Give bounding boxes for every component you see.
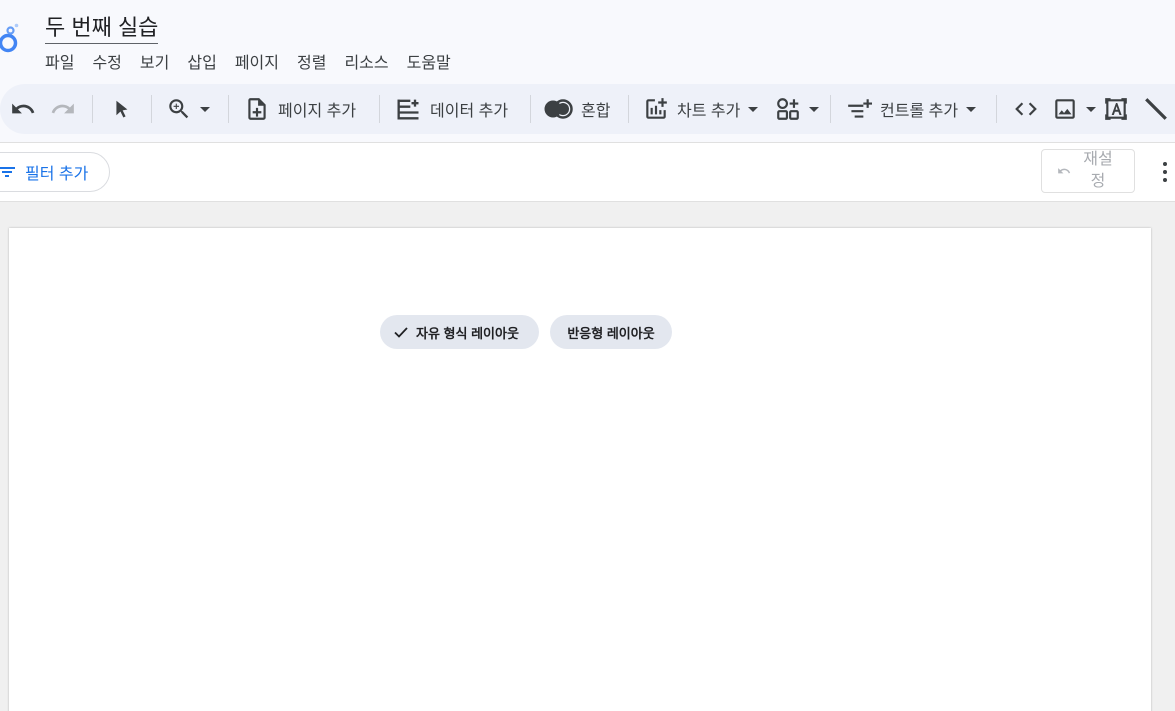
menu-help[interactable]: 도움말 bbox=[407, 49, 451, 73]
responsive-layout-label: 반응형 레이아웃 bbox=[567, 325, 655, 341]
code-icon bbox=[1015, 102, 1037, 116]
zoom-button[interactable] bbox=[166, 84, 210, 134]
add-data-label: 데이터 추가 bbox=[430, 103, 509, 120]
reset-label: 재설정 bbox=[1083, 151, 1113, 190]
image-button[interactable] bbox=[1052, 84, 1096, 134]
shapes-add-icon bbox=[777, 98, 799, 120]
community-viz-button[interactable] bbox=[775, 84, 819, 134]
app-header: 두 번째 실습 파일 수정 보기 삽입 페이지 정렬 리소스 도움말 페이지 추… bbox=[0, 0, 1175, 142]
toolbar-divider bbox=[830, 95, 831, 123]
text-box-icon bbox=[1105, 98, 1127, 120]
undo-button[interactable] bbox=[10, 84, 36, 134]
redo-icon bbox=[51, 103, 74, 114]
report-canvas[interactable]: 자유 형식 레이아웃 반응형 레이아웃 bbox=[9, 228, 1151, 711]
add-control-button[interactable]: 컨트롤 추가 bbox=[846, 84, 977, 134]
blend-icon bbox=[544, 99, 573, 119]
add-control-label: 컨트롤 추가 bbox=[880, 103, 959, 120]
toolbar: 페이지 추가 데이터 추가 혼합 차트 추가 컨트롤 추가 bbox=[0, 84, 1175, 134]
add-filter-button[interactable]: 필터 추가 bbox=[0, 152, 110, 192]
menu-file[interactable]: 파일 bbox=[45, 49, 74, 73]
toolbar-divider bbox=[228, 95, 229, 123]
toolbar-divider bbox=[379, 95, 380, 123]
add-page-button[interactable]: 페이지 추가 bbox=[244, 84, 356, 134]
embed-url-button[interactable] bbox=[1012, 84, 1040, 134]
report-title[interactable]: 두 번째 실습 bbox=[45, 14, 159, 44]
text-box-button[interactable] bbox=[1103, 84, 1129, 134]
reset-undo-icon bbox=[1058, 168, 1071, 174]
menu-resource[interactable]: 리소스 bbox=[344, 49, 388, 73]
add-page-icon bbox=[248, 98, 266, 120]
menu-view[interactable]: 보기 bbox=[140, 49, 169, 73]
undo-icon bbox=[12, 103, 35, 114]
zoom-in-icon bbox=[169, 99, 189, 119]
toolbar-divider bbox=[151, 95, 152, 123]
line-button[interactable] bbox=[1143, 84, 1169, 134]
add-control-icon bbox=[848, 99, 872, 118]
menu-page[interactable]: 페이지 bbox=[235, 49, 279, 73]
responsive-layout-chip[interactable]: 반응형 레이아웃 bbox=[550, 315, 672, 349]
chevron-down-icon bbox=[1086, 106, 1096, 112]
blend-label: 혼합 bbox=[581, 103, 611, 120]
add-chart-button[interactable]: 차트 추가 bbox=[643, 84, 759, 134]
add-data-button[interactable]: 데이터 추가 bbox=[394, 84, 508, 134]
toolbar-divider bbox=[628, 95, 629, 123]
looker-studio-logo-icon[interactable] bbox=[0, 22, 20, 56]
toolbar-divider bbox=[530, 95, 531, 123]
reset-button[interactable]: 재설정 bbox=[1041, 149, 1135, 193]
freeform-layout-label: 자유 형식 레이아웃 bbox=[416, 325, 519, 341]
menu-arrange[interactable]: 정렬 bbox=[297, 49, 326, 73]
cursor-arrow-icon bbox=[116, 100, 128, 118]
add-chart-label: 차트 추가 bbox=[677, 103, 741, 120]
redo-button[interactable] bbox=[50, 84, 76, 134]
chevron-down-icon bbox=[809, 106, 819, 112]
add-filter-label: 필터 추가 bbox=[25, 166, 89, 183]
more-vert-icon[interactable] bbox=[1158, 157, 1172, 187]
select-tool-button[interactable] bbox=[110, 84, 132, 134]
chevron-down-icon bbox=[748, 106, 759, 112]
blend-button[interactable]: 혼합 bbox=[543, 84, 610, 134]
add-page-label: 페이지 추가 bbox=[278, 103, 357, 120]
toolbar-divider bbox=[996, 95, 997, 123]
freeform-layout-chip[interactable]: 자유 형식 레이아웃 bbox=[380, 315, 539, 349]
filter-bar: 필터 추가 재설정 bbox=[0, 142, 1175, 202]
add-data-icon bbox=[397, 99, 419, 120]
image-icon bbox=[1055, 99, 1075, 119]
menu-insert[interactable]: 삽입 bbox=[187, 49, 216, 73]
toolbar-divider bbox=[92, 95, 93, 123]
line-icon bbox=[1145, 98, 1167, 120]
add-chart-icon bbox=[646, 98, 667, 119]
chevron-down-icon bbox=[200, 106, 210, 112]
chevron-down-icon bbox=[966, 106, 977, 112]
filter-list-icon bbox=[0, 167, 15, 177]
menu-edit[interactable]: 수정 bbox=[92, 49, 121, 73]
menu-bar: 파일 수정 보기 삽입 페이지 정렬 리소스 도움말 bbox=[45, 49, 451, 73]
check-icon bbox=[394, 327, 408, 338]
